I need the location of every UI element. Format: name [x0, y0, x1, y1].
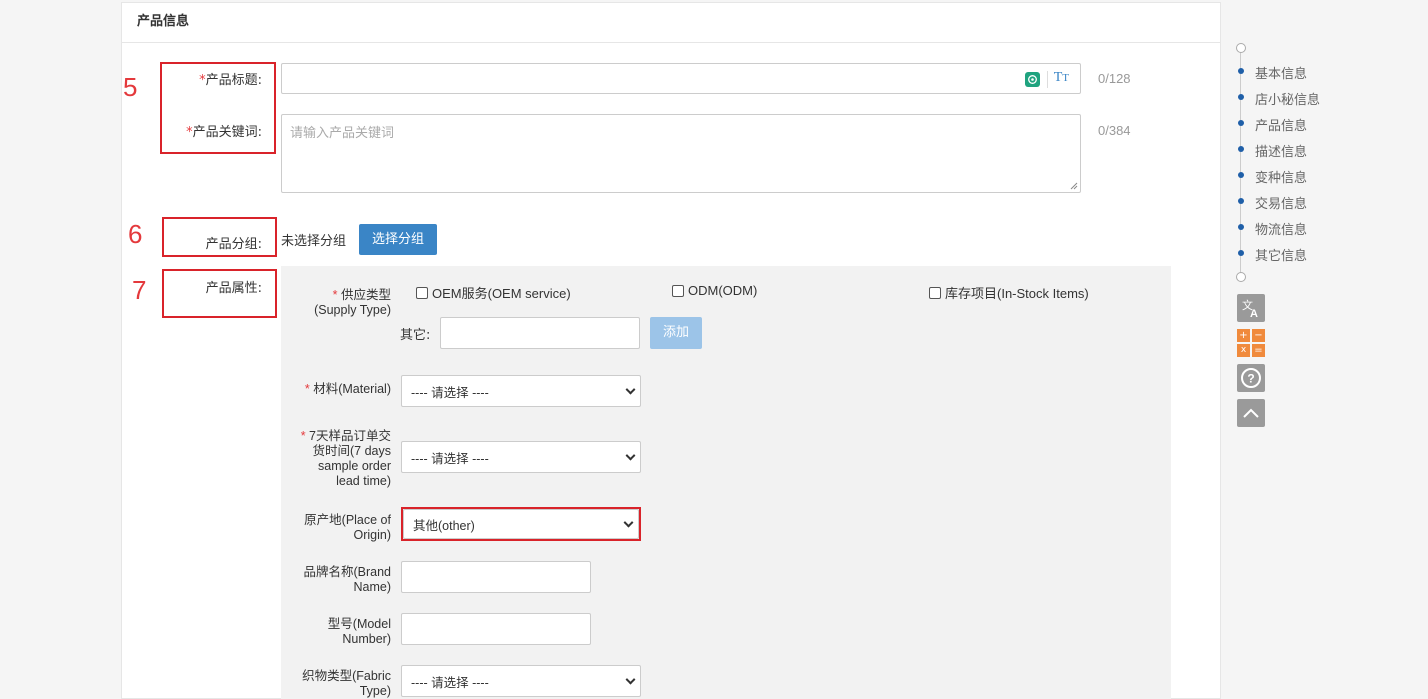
material-selected: ---- 请选择 ----: [411, 385, 489, 400]
supply-option-in-stock-label: 库存项目(In-Stock Items): [945, 286, 1089, 301]
group-value: 未选择分组: [281, 234, 347, 249]
annotation-7: 7: [132, 275, 147, 305]
chevron-down-icon: [625, 674, 636, 685]
side-nav-line: [1240, 48, 1241, 276]
back-to-top-icon[interactable]: [1237, 399, 1265, 427]
model-input[interactable]: [401, 613, 591, 645]
chevron-down-icon: [625, 450, 636, 461]
nav-dot: [1238, 198, 1244, 204]
resize-handle-icon[interactable]: [1070, 182, 1078, 190]
nav-dot: [1238, 68, 1244, 74]
nav-dot: [1238, 224, 1244, 230]
select-group-button[interactable]: 选择分组: [359, 224, 437, 255]
nav-dot: [1238, 250, 1244, 256]
group-label: 产品分组:: [205, 237, 262, 252]
other-label: 其它:: [400, 328, 431, 343]
nav-dot: [1238, 146, 1244, 152]
nav-start-ring: [1236, 43, 1246, 53]
brand-input[interactable]: [401, 561, 591, 593]
origin-label: 原产地(Place of Origin): [304, 513, 391, 542]
supply-option-odm[interactable]: ODM(ODM): [672, 283, 757, 298]
chatgpt-icon[interactable]: [1025, 72, 1040, 87]
supply-option-oem[interactable]: OEM服务(OEM service): [416, 283, 571, 302]
checkbox-in-stock[interactable]: [929, 286, 941, 299]
nav-item-assistant[interactable]: 店小秘信息: [1255, 89, 1320, 108]
nav-dot: [1238, 172, 1244, 178]
divider: [1047, 71, 1048, 88]
keywords-counter: 0/384: [1098, 123, 1131, 138]
nav-item-logistics[interactable]: 物流信息: [1255, 219, 1307, 238]
supply-option-odm-label: ODM(ODM): [688, 283, 758, 298]
lead-time-select[interactable]: ---- 请选择 ----: [401, 441, 641, 473]
keywords-label: *产品关键词:: [186, 125, 262, 140]
nav-item-description[interactable]: 描述信息: [1255, 141, 1307, 160]
lead-time-selected: ---- 请选择 ----: [411, 451, 489, 466]
supply-type-label: * 供应类型 (Supply Type): [314, 288, 391, 317]
nav-dot: [1238, 94, 1244, 100]
keywords-textarea[interactable]: 请输入产品关键词: [281, 114, 1081, 193]
annotation-6: 6: [128, 219, 143, 249]
checkbox-odm[interactable]: [672, 284, 684, 297]
other-supply-input[interactable]: [440, 317, 640, 349]
nav-end-ring: [1236, 272, 1246, 282]
nav-item-trade[interactable]: 交易信息: [1255, 193, 1307, 212]
material-label: * 材料(Material): [304, 382, 391, 396]
svg-text:?: ?: [1247, 372, 1254, 386]
nav-item-product[interactable]: 产品信息: [1255, 115, 1307, 134]
brand-label: 品牌名称(Brand Name): [303, 565, 391, 594]
model-label: 型号(Model Number): [327, 617, 391, 646]
highlight-box-origin: [401, 507, 641, 541]
calculator-icon[interactable]: + − x =: [1237, 329, 1265, 357]
supply-option-oem-label: OEM服务(OEM service): [432, 286, 571, 301]
attributes-label: 产品属性:: [205, 281, 262, 296]
lead-time-label: * 7天样品订单交 货时间(7 days sample order lead t…: [300, 429, 391, 488]
translate-icon[interactable]: 文A: [1237, 294, 1265, 322]
title-counter: 0/128: [1098, 71, 1131, 86]
section-title: 产品信息: [122, 3, 1220, 43]
text-case-icon[interactable]: TT: [1054, 70, 1069, 86]
help-icon[interactable]: ?: [1237, 364, 1265, 392]
annotation-5: 5: [123, 72, 138, 102]
nav-dot: [1238, 120, 1244, 126]
title-input[interactable]: TT: [281, 63, 1081, 94]
chevron-down-icon: [625, 384, 636, 395]
material-select[interactable]: ---- 请选择 ----: [401, 375, 641, 407]
add-supply-button[interactable]: 添加: [650, 317, 702, 349]
keywords-placeholder: 请输入产品关键词: [290, 126, 395, 141]
nav-item-other[interactable]: 其它信息: [1255, 245, 1307, 264]
fabric-select[interactable]: ---- 请选择 ----: [401, 665, 641, 697]
supply-option-in-stock[interactable]: 库存项目(In-Stock Items): [929, 283, 1089, 302]
fabric-selected: ---- 请选择 ----: [411, 675, 489, 690]
checkbox-oem[interactable]: [416, 286, 428, 299]
fabric-label: 织物类型(Fabric Type): [302, 669, 391, 698]
svg-text:A: A: [1250, 308, 1258, 319]
title-label: *产品标题:: [199, 73, 262, 88]
nav-item-basic[interactable]: 基本信息: [1255, 63, 1307, 82]
nav-item-variants[interactable]: 变种信息: [1255, 167, 1307, 186]
